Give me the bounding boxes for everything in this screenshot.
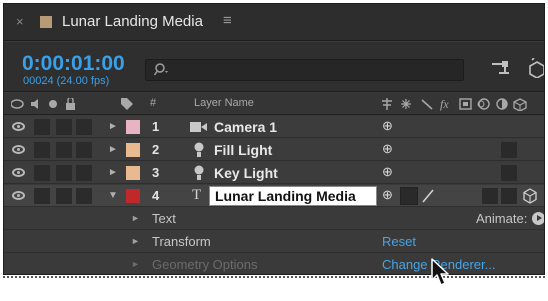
- layer-number-header: #: [150, 97, 157, 109]
- close-tab-button[interactable]: ×: [16, 14, 24, 29]
- text-layer-icon: T: [192, 187, 202, 203]
- layer-name-edit-field[interactable]: Lunar Landing Media: [209, 186, 377, 206]
- layer-name[interactable]: Camera 1: [214, 119, 277, 135]
- twirl-toggle[interactable]: ▼: [108, 190, 118, 201]
- audio-toggle[interactable]: [34, 142, 50, 158]
- svg-text:fx: fx: [440, 97, 449, 111]
- camera-icon: [190, 122, 207, 132]
- solo-toggle[interactable]: [56, 119, 72, 135]
- shy-switch-icon[interactable]: ⊕: [382, 164, 393, 180]
- twirl-toggle[interactable]: ►: [108, 144, 118, 155]
- layer-name[interactable]: Key Light: [214, 165, 278, 181]
- time-controls-bar: 0:00:01:00 00024 (24.00 fps): [4, 42, 545, 92]
- layer-row-1[interactable]: ► 1 Camera 1 ⊕: [4, 116, 544, 138]
- animate-label: Animate:: [476, 211, 528, 226]
- lock-toggle[interactable]: [76, 165, 92, 181]
- draft-3d-icon[interactable]: [528, 58, 545, 78]
- timeline-panel: × Lunar Landing Media ≡ 0:00:01:00 00024…: [3, 3, 545, 275]
- twirl-toggle[interactable]: ►: [108, 167, 118, 178]
- layer-column-header: # Layer Name fx: [4, 93, 544, 115]
- layer-row-4[interactable]: ▼ 4 T Lunar Landing Media ⊕: [4, 185, 544, 207]
- layer-name: Lunar Landing Media: [215, 188, 356, 204]
- fx-icon: fx: [440, 97, 449, 111]
- quality-icon: [421, 99, 433, 110]
- light-icon: [194, 142, 204, 157]
- motion-blur-switch[interactable]: [501, 188, 517, 204]
- label-color-swatch[interactable]: [126, 143, 140, 157]
- frame-count-display: 00024 (24.00 fps): [23, 75, 110, 87]
- mouse-pointer-icon: [431, 258, 449, 286]
- 3d-layer-switch[interactable]: [501, 142, 517, 158]
- layer-name[interactable]: Fill Light: [214, 142, 272, 158]
- layer-row-3[interactable]: ► 3 Key Light ⊕: [4, 162, 544, 184]
- lock-toggle[interactable]: [76, 188, 92, 204]
- layer-name-header[interactable]: Layer Name: [194, 97, 254, 109]
- audio-toggle[interactable]: [34, 188, 50, 204]
- frame-blend-icon: [459, 98, 472, 110]
- label-tag-icon: [121, 98, 133, 110]
- search-icon: [154, 63, 168, 76]
- reset-link[interactable]: Reset: [382, 234, 416, 249]
- twirl-toggle[interactable]: ►: [131, 213, 140, 223]
- solo-toggle[interactable]: [56, 165, 72, 181]
- layer-number: 1: [152, 119, 160, 134]
- audio-toggle[interactable]: [34, 119, 50, 135]
- motion-blur-icon: [477, 98, 490, 110]
- label-color-swatch[interactable]: [126, 166, 140, 180]
- switches-header-icons: fx: [382, 97, 527, 111]
- shy-switch-icon[interactable]: ⊕: [382, 118, 393, 134]
- adjustment-icon: [496, 98, 508, 110]
- shy-icon: [382, 98, 392, 110]
- quality-switch-icon[interactable]: [420, 188, 436, 204]
- 3d-layer-switch[interactable]: [501, 165, 517, 181]
- layer-number: 4: [152, 188, 160, 203]
- av-features-header-icons: [11, 98, 75, 110]
- layer-number: 2: [152, 142, 160, 157]
- solo-toggle[interactable]: [56, 142, 72, 158]
- visibility-eye-icon[interactable]: [12, 122, 25, 131]
- composition-flowchart-icon[interactable]: [490, 58, 512, 76]
- audio-toggle[interactable]: [34, 165, 50, 181]
- shy-switch-icon[interactable]: ⊕: [382, 141, 393, 157]
- collapse-icon: [401, 99, 411, 109]
- 3d-layer-icon[interactable]: [522, 188, 538, 204]
- 3d-icon: [513, 98, 527, 111]
- twirl-toggle[interactable]: ►: [131, 236, 140, 246]
- property-group-geometry-options[interactable]: ► Geometry Options Change Renderer...: [4, 254, 544, 274]
- composition-tab-title[interactable]: Lunar Landing Media: [62, 13, 203, 30]
- label-color-swatch[interactable]: [126, 189, 140, 203]
- property-label: Geometry Options: [152, 257, 258, 272]
- adjustment-layer-switch[interactable]: [482, 188, 498, 204]
- lock-toggle[interactable]: [76, 142, 92, 158]
- current-time-display[interactable]: 0:00:01:00: [22, 52, 125, 76]
- collapse-switch[interactable]: [400, 187, 418, 205]
- twirl-toggle[interactable]: ►: [131, 259, 140, 269]
- animate-menu-button[interactable]: [532, 212, 544, 225]
- property-group-text[interactable]: ► Text Animate:: [4, 208, 544, 230]
- panel-tab-bar: × Lunar Landing Media ≡: [4, 4, 544, 41]
- property-group-transform[interactable]: ► Transform Reset: [4, 231, 544, 253]
- property-label: Text: [152, 211, 176, 226]
- layer-search-input[interactable]: [145, 59, 464, 81]
- twirl-toggle[interactable]: ►: [108, 121, 118, 132]
- light-icon: [194, 165, 204, 180]
- visibility-eye-icon[interactable]: [12, 191, 25, 200]
- lock-toggle[interactable]: [76, 119, 92, 135]
- label-color-swatch[interactable]: [126, 120, 140, 134]
- panel-bottom-edge: [3, 276, 545, 278]
- solo-toggle[interactable]: [56, 188, 72, 204]
- visibility-eye-icon[interactable]: [12, 168, 25, 177]
- shy-switch-icon[interactable]: ⊕: [382, 187, 393, 203]
- panel-menu-icon[interactable]: ≡: [223, 12, 232, 29]
- property-label: Transform: [152, 234, 211, 249]
- layer-number: 3: [152, 165, 160, 180]
- composition-color-swatch: [40, 16, 52, 28]
- visibility-eye-icon[interactable]: [12, 145, 25, 154]
- layer-row-2[interactable]: ► 2 Fill Light ⊕: [4, 139, 544, 161]
